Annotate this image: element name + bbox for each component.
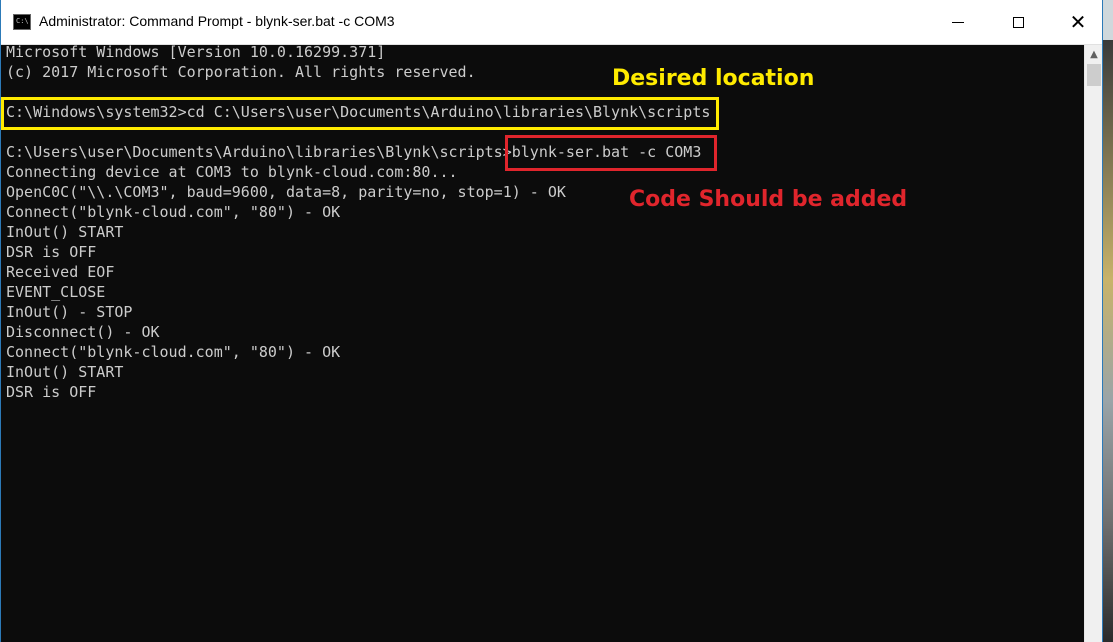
maximize-button[interactable] [995,0,1041,45]
code-added-highlight [505,135,717,171]
minimize-icon [952,22,964,23]
console-line: Microsoft Windows [Version 10.0.16299.37… [6,45,386,61]
console-line: InOut() - STOP [6,303,133,321]
window-titlebar[interactable]: Administrator: Command Prompt - blynk-se… [1,0,1102,45]
close-button[interactable]: ✕ [1055,0,1101,45]
console-line: InOut() START [6,363,124,381]
console-line: (c) 2017 Microsoft Corporation. All righ… [6,63,476,81]
console-line: DSR is OFF [6,383,97,401]
console-app-icon [13,14,31,30]
desired-location-label: Desired location [612,66,815,91]
console-line: Connect("blynk-cloud.com", "80") - OK [6,343,341,361]
console-line: InOut() START [6,223,124,241]
desired-location-highlight [1,97,719,130]
vertical-scrollbar[interactable]: ▲ [1084,45,1102,642]
console-line: OpenC0C("\\.\COM3", baud=9600, data=8, p… [6,183,566,201]
scroll-up-icon[interactable]: ▲ [1085,45,1103,63]
close-icon: ✕ [1069,9,1087,34]
console-line: Connect("blynk-cloud.com", "80") - OK [6,203,341,221]
console-line: Disconnect() - OK [6,323,160,341]
minimize-button[interactable] [935,0,981,45]
maximize-icon [1012,17,1024,28]
desktop-right-strip [1103,40,1113,642]
code-should-be-added-label: Code Should be added [629,187,908,212]
console-line: Received EOF [6,263,115,281]
console-line: DSR is OFF [6,243,97,261]
window-title: Administrator: Command Prompt - blynk-se… [39,13,395,29]
scroll-thumb[interactable] [1087,64,1101,86]
console-line: EVENT_CLOSE [6,283,106,301]
